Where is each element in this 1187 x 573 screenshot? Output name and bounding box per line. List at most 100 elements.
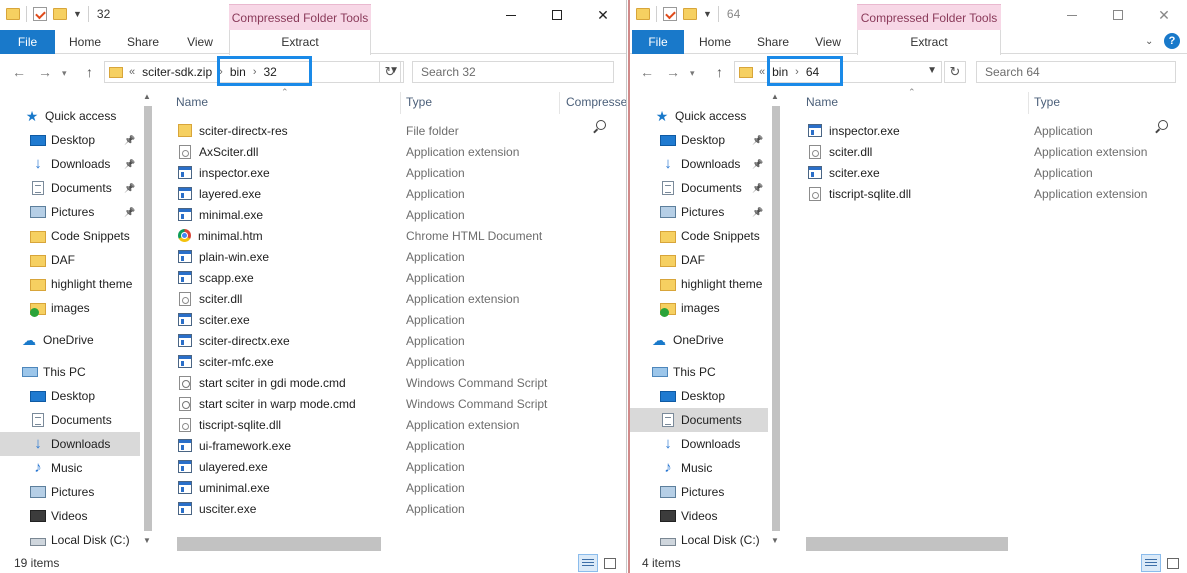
nav-item[interactable]: ★ Quick access xyxy=(630,104,768,128)
breadcrumb-overflow[interactable]: « xyxy=(129,66,135,78)
scroll-up-icon[interactable]: ▲ xyxy=(143,92,151,101)
tab-extract[interactable]: Extract xyxy=(229,30,371,55)
chevron-down-icon[interactable]: ▼ xyxy=(73,9,82,19)
nav-item[interactable]: ↓ Downloads xyxy=(630,432,768,456)
up-arrow-icon[interactable]: ↑ xyxy=(86,64,93,80)
file-row[interactable]: uminimal.exe xyxy=(178,477,396,498)
nav-item[interactable]: ↓ Downloads 📌 xyxy=(630,152,768,176)
details-view-icon[interactable] xyxy=(1141,554,1161,572)
refresh-button[interactable]: ↻ xyxy=(379,61,401,83)
horizontal-scrollbar-thumb[interactable] xyxy=(806,537,1008,551)
column-divider[interactable] xyxy=(559,92,560,114)
file-row[interactable]: ulayered.exe xyxy=(178,456,396,477)
tab-file[interactable]: File xyxy=(632,30,684,54)
file-row[interactable]: scapp.exe xyxy=(178,267,396,288)
column-divider[interactable] xyxy=(400,92,401,114)
new-folder-icon[interactable] xyxy=(683,8,697,20)
chevron-down-icon[interactable]: ▼ xyxy=(927,65,937,76)
nav-item[interactable]: Pictures 📌 xyxy=(0,200,140,224)
large-icons-view-icon[interactable] xyxy=(600,554,620,572)
nav-item[interactable]: ♪ Music xyxy=(630,456,768,480)
tab-extract[interactable]: Extract xyxy=(857,30,1001,55)
nav-item[interactable]: highlight theme xyxy=(630,272,768,296)
forward-arrow-icon[interactable]: → xyxy=(666,64,680,80)
folder-icon[interactable] xyxy=(636,8,650,20)
nav-item[interactable]: ↓ Downloads xyxy=(0,432,140,456)
scrollbar-thumb[interactable] xyxy=(772,106,780,531)
up-arrow-icon[interactable]: ↑ xyxy=(716,64,723,80)
column-header-type[interactable]: Type xyxy=(406,90,556,114)
file-row[interactable]: sciter-directx.exe xyxy=(178,330,396,351)
nav-item[interactable]: Local Disk (C:) xyxy=(0,528,140,552)
details-view-icon[interactable] xyxy=(578,554,598,572)
file-row[interactable]: ui-framework.exe xyxy=(178,435,396,456)
nav-item[interactable]: Documents 📌 xyxy=(0,176,140,200)
folder-icon[interactable] xyxy=(6,8,20,20)
nav-item[interactable]: Documents xyxy=(630,408,768,432)
tab-home[interactable]: Home xyxy=(60,30,110,54)
column-header-name[interactable]: Name xyxy=(806,90,1006,114)
nav-item[interactable]: Pictures xyxy=(630,480,768,504)
file-row[interactable]: tiscript-sqlite.dll xyxy=(808,183,1024,204)
back-arrow-icon[interactable]: ← xyxy=(12,64,26,80)
navigation-scrollbar[interactable]: ▲ ▼ xyxy=(770,92,782,547)
nav-item[interactable]: Code Snippets xyxy=(630,224,768,248)
nav-item[interactable]: DAF xyxy=(630,248,768,272)
tab-view[interactable]: View xyxy=(176,30,224,54)
nav-item[interactable]: Documents xyxy=(0,408,140,432)
breadcrumb-zip[interactable]: sciter-sdk.zip xyxy=(142,65,212,79)
nav-item[interactable]: ☁ OneDrive xyxy=(630,328,768,352)
tab-file[interactable]: File xyxy=(0,30,55,54)
file-row[interactable]: start sciter in gdi mode.cmd xyxy=(178,372,396,393)
nav-item[interactable]: This PC xyxy=(0,360,140,384)
ribbon-expand-chevron-icon[interactable]: ⌄ xyxy=(1145,36,1153,47)
file-row[interactable]: AxSciter.dll xyxy=(178,141,396,162)
file-row[interactable]: sciter.dll xyxy=(178,288,396,309)
nav-item[interactable]: ☁ OneDrive xyxy=(0,328,140,352)
nav-item[interactable]: This PC xyxy=(630,360,768,384)
refresh-button[interactable]: ↻ xyxy=(944,61,966,83)
minimize-button[interactable] xyxy=(1049,0,1095,30)
tab-share[interactable]: Share xyxy=(118,30,168,54)
nav-item[interactable]: ♪ Music xyxy=(0,456,140,480)
maximize-button[interactable] xyxy=(1095,0,1141,30)
file-row[interactable]: layered.exe xyxy=(178,183,396,204)
new-folder-icon[interactable] xyxy=(53,8,67,20)
nav-item[interactable]: Documents 📌 xyxy=(630,176,768,200)
scroll-down-icon[interactable]: ▼ xyxy=(143,536,151,545)
file-row[interactable]: minimal.exe xyxy=(178,204,396,225)
nav-item[interactable]: images xyxy=(0,296,140,320)
nav-item[interactable]: Pictures xyxy=(0,480,140,504)
nav-item[interactable]: ★ Quick access xyxy=(0,104,140,128)
recent-locations-chevron-icon[interactable]: ▾ xyxy=(690,68,695,79)
column-divider[interactable] xyxy=(1028,92,1029,114)
tab-home[interactable]: Home xyxy=(690,30,740,54)
recent-locations-chevron-icon[interactable]: ▾ xyxy=(62,68,67,79)
nav-item[interactable]: highlight theme xyxy=(0,272,140,296)
file-row[interactable]: minimal.htm xyxy=(178,225,396,246)
column-header-type[interactable]: Type xyxy=(1034,90,1184,114)
back-arrow-icon[interactable]: ← xyxy=(640,64,654,80)
nav-item[interactable]: Desktop xyxy=(0,384,140,408)
nav-item[interactable]: images xyxy=(630,296,768,320)
nav-item[interactable]: Desktop xyxy=(630,384,768,408)
maximize-button[interactable] xyxy=(534,0,580,30)
file-row[interactable]: tiscript-sqlite.dll xyxy=(178,414,396,435)
nav-item[interactable]: Pictures 📌 xyxy=(630,200,768,224)
file-row[interactable]: sciter.dll xyxy=(808,141,1024,162)
search-input[interactable]: Search 64 xyxy=(976,61,1176,83)
file-row[interactable]: start sciter in warp mode.cmd xyxy=(178,393,396,414)
column-header-name[interactable]: Name xyxy=(176,90,376,114)
help-icon[interactable]: ? xyxy=(1164,33,1180,49)
file-row[interactable]: sciter-mfc.exe xyxy=(178,351,396,372)
file-row[interactable]: inspector.exe xyxy=(178,162,396,183)
horizontal-scrollbar-thumb[interactable] xyxy=(177,537,381,551)
file-row[interactable]: sciter.exe xyxy=(178,309,396,330)
nav-item[interactable]: Videos xyxy=(630,504,768,528)
close-button[interactable]: ✕ xyxy=(1141,0,1187,30)
scroll-down-icon[interactable]: ▼ xyxy=(771,536,779,545)
navigation-scrollbar[interactable]: ▲ ▼ xyxy=(142,92,154,547)
properties-icon[interactable] xyxy=(663,7,677,21)
file-row[interactable]: usciter.exe xyxy=(178,498,396,519)
column-header-compressed[interactable]: Compresse xyxy=(566,90,626,114)
